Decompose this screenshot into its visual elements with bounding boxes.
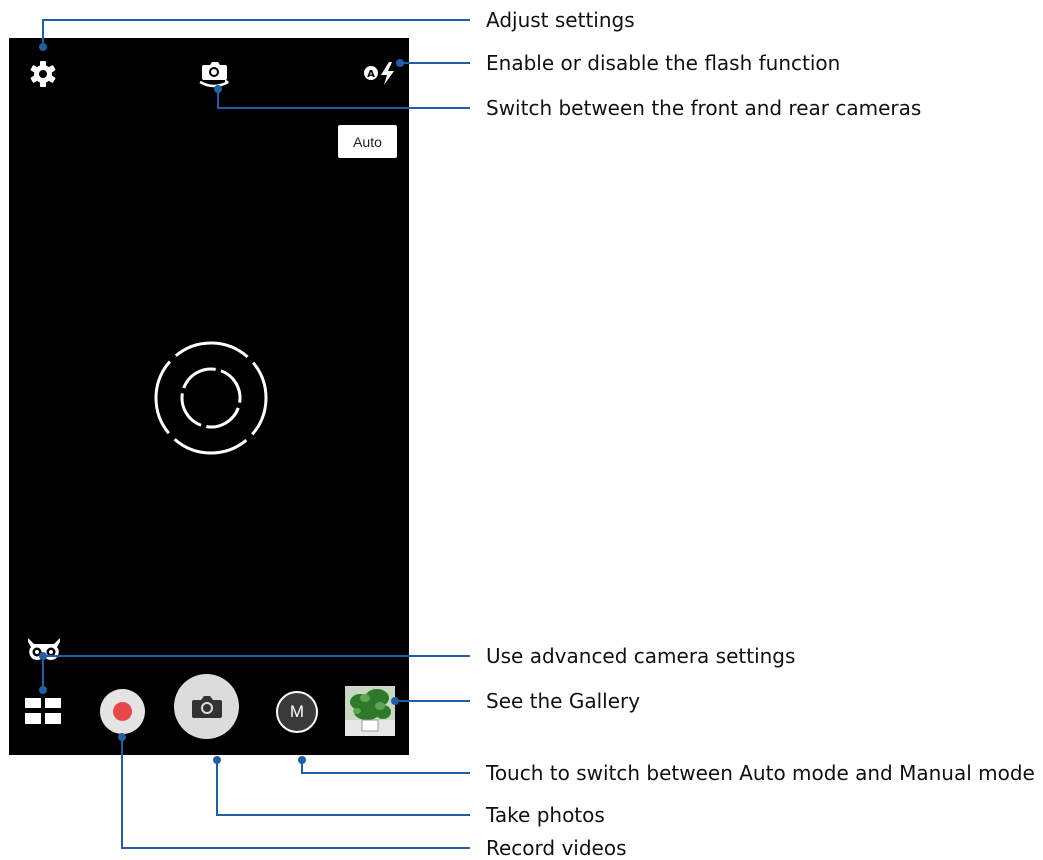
grid-icon: [25, 698, 61, 724]
scene-mode-button[interactable]: Auto: [338, 125, 397, 158]
callout-adjust-settings: Adjust settings: [486, 8, 635, 32]
callout-take-photos: Take photos: [486, 803, 605, 827]
camera-icon: [191, 695, 222, 718]
mode-menu-button[interactable]: [25, 698, 61, 724]
callout-record-videos: Record videos: [486, 836, 627, 860]
svg-text:A: A: [367, 69, 375, 80]
callout-auto-manual: Touch to switch between Auto mode and Ma…: [486, 761, 1035, 785]
manual-mode-button[interactable]: M: [276, 691, 318, 733]
callout-advanced-settings: Use advanced camera settings: [486, 644, 796, 668]
gallery-button[interactable]: [345, 686, 395, 736]
gear-icon: [30, 61, 56, 87]
callout-gallery: See the Gallery: [486, 689, 641, 713]
record-video-button[interactable]: [100, 689, 145, 734]
flash-auto-icon: A: [364, 62, 394, 85]
shutter-button[interactable]: [174, 674, 239, 739]
callout-switch-camera: Switch between the front and rear camera…: [486, 96, 922, 120]
advanced-settings-button[interactable]: [26, 636, 62, 662]
callout-flash: Enable or disable the flash function: [486, 51, 841, 75]
gallery-thumbnail: [345, 686, 395, 736]
camera-switch-icon: [199, 62, 229, 88]
record-dot-icon: [113, 702, 132, 721]
switch-camera-button[interactable]: [197, 60, 231, 88]
focus-indicator: [153, 340, 269, 456]
owl-icon: [28, 638, 60, 661]
flash-button[interactable]: A: [362, 60, 400, 86]
manual-mode-label: M: [289, 702, 305, 721]
settings-button[interactable]: [29, 60, 57, 88]
